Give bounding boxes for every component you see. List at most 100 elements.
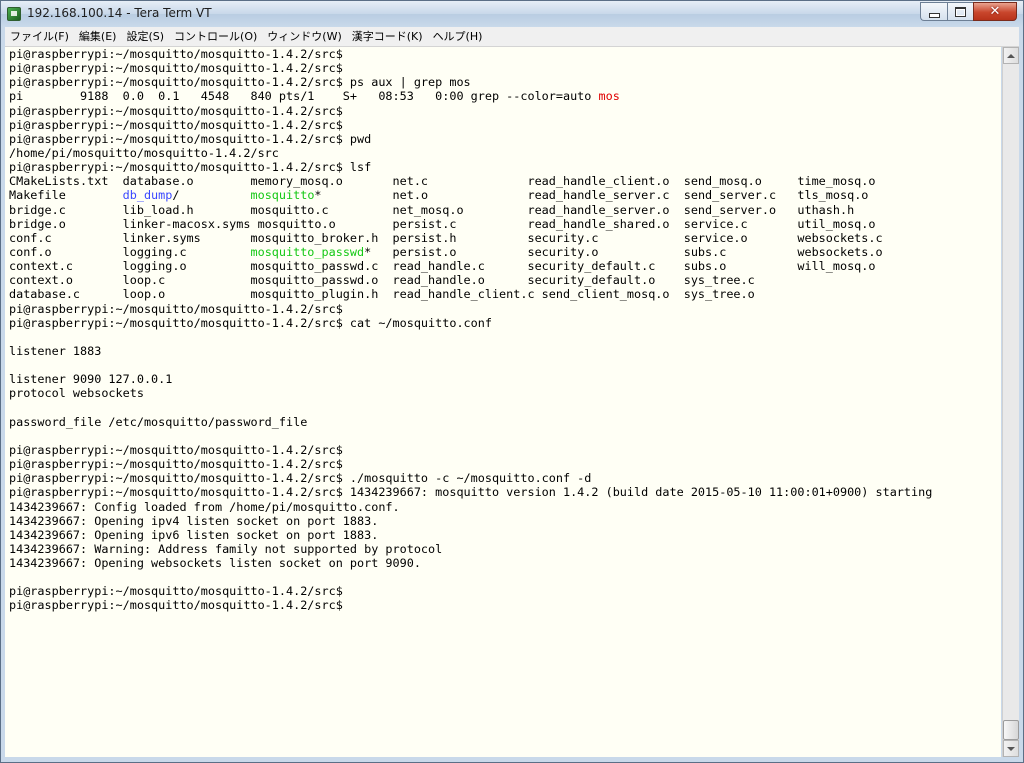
menu-kanji-code[interactable]: 漢字コード(K) <box>347 27 428 46</box>
scrollbar-thumb[interactable] <box>1003 720 1019 740</box>
scroll-up-button[interactable] <box>1003 47 1019 64</box>
terminal-line: protocol websockets <box>9 386 932 400</box>
title-bar[interactable]: 192.168.100.14 - Tera Term VT ✕ <box>1 1 1023 27</box>
terminal-text: context.o loop.c mosquitto_passwd.o read… <box>9 273 755 288</box>
terminal-text: bridge.o linker-macosx.syms mosquitto.o … <box>9 216 876 231</box>
terminal-text: pi@raspberrypi:~/mosquitto/mosquitto-1.4… <box>9 131 372 146</box>
menu-window[interactable]: ウィンドウ(W) <box>262 27 346 46</box>
menu-edit[interactable]: 編集(E) <box>74 27 122 46</box>
terminal-line: 1434239667: Config loaded from /home/pi/… <box>9 500 932 514</box>
terminal-line: context.c logging.o mosquitto_passwd.c r… <box>9 259 932 273</box>
colored-text: mosquitto_passwd <box>250 244 365 259</box>
terminal-text: 1434239667: Warning: Address family not … <box>9 541 443 556</box>
terminal-text: pi@raspberrypi:~/mosquitto/mosquitto-1.4… <box>9 471 592 486</box>
terminal-text: password_file /etc/mosquitto/password_fi… <box>9 414 308 429</box>
terminal-text: pi@raspberrypi:~/mosquitto/mosquitto-1.4… <box>9 598 343 613</box>
terminal-text: pi@raspberrypi:~/mosquitto/mosquitto-1.4… <box>9 584 343 599</box>
terminal-line: bridge.o linker-macosx.syms mosquitto.o … <box>9 217 932 231</box>
terminal-text: pi@raspberrypi:~/mosquitto/mosquitto-1.4… <box>9 75 471 90</box>
terminal-text: conf.c linker.syms mosquitto_broker.h pe… <box>9 230 883 245</box>
terminal-text: * persist.o security.o subs.c websockets… <box>364 244 883 259</box>
terminal-text: pi@raspberrypi:~/mosquitto/mosquitto-1.4… <box>9 485 933 500</box>
terminal-line: pi@raspberrypi:~/mosquitto/mosquitto-1.4… <box>9 75 932 89</box>
terminal-screen[interactable]: pi@raspberrypi:~/mosquitto/mosquitto-1.4… <box>5 47 1001 757</box>
close-icon: ✕ <box>989 4 1001 19</box>
close-button[interactable]: ✕ <box>973 2 1017 21</box>
terminal-line: conf.c linker.syms mosquitto_broker.h pe… <box>9 231 932 245</box>
terminal-text: pi@raspberrypi:~/mosquitto/mosquitto-1.4… <box>9 103 343 118</box>
terminal-line: pi@raspberrypi:~/mosquitto/mosquitto-1.4… <box>9 471 932 485</box>
menu-control[interactable]: コントロール(O) <box>169 27 262 46</box>
terminal-text: protocol websockets <box>9 386 144 401</box>
terminal-line: pi@raspberrypi:~/mosquitto/mosquitto-1.4… <box>9 598 932 612</box>
terminal-line: database.c loop.o mosquitto_plugin.h rea… <box>9 287 932 301</box>
terminal-line: pi@raspberrypi:~/mosquitto/mosquitto-1.4… <box>9 316 932 330</box>
terminal-text: /home/pi/mosquitto/mosquitto-1.4.2/src <box>9 145 279 160</box>
teraterm-window: 192.168.100.14 - Tera Term VT ✕ ファイル(F) … <box>0 0 1024 763</box>
terminal-text: 1434239667: Opening ipv4 listen socket o… <box>9 513 379 528</box>
terminal-line: pi@raspberrypi:~/mosquitto/mosquitto-1.4… <box>9 104 932 118</box>
menu-file[interactable]: ファイル(F) <box>5 27 74 46</box>
terminal-text: pi@raspberrypi:~/mosquitto/mosquitto-1.4… <box>9 301 343 316</box>
terminal-line: pi@raspberrypi:~/mosquitto/mosquitto-1.4… <box>9 584 932 598</box>
terminal-text: conf.o logging.c <box>9 244 251 259</box>
terminal-text: / <box>172 188 251 203</box>
terminal-text: 1434239667: Config loaded from /home/pi/… <box>9 499 400 514</box>
window-title: 192.168.100.14 - Tera Term VT <box>27 6 212 20</box>
terminal-line: context.o loop.c mosquitto_passwd.o read… <box>9 273 932 287</box>
terminal-line: pi@raspberrypi:~/mosquitto/mosquitto-1.4… <box>9 47 932 61</box>
terminal-line: pi@raspberrypi:~/mosquitto/mosquitto-1.4… <box>9 457 932 471</box>
terminal-line: 1434239667: Opening ipv4 listen socket o… <box>9 514 932 528</box>
menu-help[interactable]: ヘルプ(H) <box>428 27 488 46</box>
terminal-text: database.c loop.o mosquitto_plugin.h rea… <box>9 287 755 302</box>
terminal-line: pi@raspberrypi:~/mosquitto/mosquitto-1.4… <box>9 160 932 174</box>
terminal-line: pi@raspberrypi:~/mosquitto/mosquitto-1.4… <box>9 118 932 132</box>
maximize-button[interactable] <box>947 2 973 21</box>
colored-text: mosquitto <box>250 188 315 203</box>
vertical-scrollbar[interactable] <box>1002 47 1019 757</box>
terminal-text: pi@raspberrypi:~/mosquitto/mosquitto-1.4… <box>9 47 343 61</box>
terminal-text: CMakeLists.txt database.o memory_mosq.o … <box>9 174 876 189</box>
terminal-line: bridge.c lib_load.h mosquitto.c net_mosq… <box>9 203 932 217</box>
terminal-line: 1434239667: Opening websockets listen so… <box>9 556 932 570</box>
colored-text: db_dump <box>122 188 173 203</box>
terminal-text: pi@raspberrypi:~/mosquitto/mosquitto-1.4… <box>9 315 492 330</box>
terminal-line: CMakeLists.txt database.o memory_mosq.o … <box>9 174 932 188</box>
minimize-button[interactable] <box>920 2 947 21</box>
maximize-icon <box>955 6 966 17</box>
teraterm-icon[interactable] <box>7 7 21 21</box>
menu-bar: ファイル(F) 編集(E) 設定(S) コントロール(O) ウィンドウ(W) 漢… <box>5 27 1019 47</box>
terminal-line: listener 1883 <box>9 344 932 358</box>
arrow-up-icon <box>1007 53 1015 58</box>
terminal-text: pi@raspberrypi:~/mosquitto/mosquitto-1.4… <box>9 117 343 132</box>
terminal-line: Makefile db_dump/ mosquitto* net.o read_… <box>9 188 932 202</box>
terminal-text: pi@raspberrypi:~/mosquitto/mosquitto-1.4… <box>9 160 372 175</box>
scroll-down-button[interactable] <box>1003 740 1019 757</box>
terminal-line: conf.o logging.c mosquitto_passwd* persi… <box>9 245 932 259</box>
terminal-line: password_file /etc/mosquitto/password_fi… <box>9 415 932 429</box>
terminal-text: pi@raspberrypi:~/mosquitto/mosquitto-1.4… <box>9 457 343 472</box>
terminal-text: Makefile <box>9 188 123 203</box>
terminal-line: listener 9090 127.0.0.1 <box>9 372 932 386</box>
terminal-text: listener 9090 127.0.0.1 <box>9 372 173 387</box>
minimize-icon <box>928 12 940 18</box>
terminal-text: context.c logging.o mosquitto_passwd.c r… <box>9 259 876 274</box>
terminal-line: /home/pi/mosquitto/mosquitto-1.4.2/src <box>9 146 932 160</box>
terminal-text: bridge.c lib_load.h mosquitto.c net_mosq… <box>9 202 855 217</box>
terminal-line: pi@raspberrypi:~/mosquitto/mosquitto-1.4… <box>9 443 932 457</box>
terminal-line: pi@raspberrypi:~/mosquitto/mosquitto-1.4… <box>9 485 932 499</box>
terminal-line: 1434239667: Opening ipv6 listen socket o… <box>9 528 932 542</box>
terminal-text: pi@raspberrypi:~/mosquitto/mosquitto-1.4… <box>9 442 343 457</box>
terminal-line: pi@raspberrypi:~/mosquitto/mosquitto-1.4… <box>9 132 932 146</box>
terminal-line: 1434239667: Warning: Address family not … <box>9 542 932 556</box>
menu-setup[interactable]: 設定(S) <box>121 27 169 46</box>
terminal-line: pi 9188 0.0 0.1 4548 840 pts/1 S+ 08:53 … <box>9 89 932 103</box>
terminal-text: 1434239667: Opening websockets listen so… <box>9 556 421 571</box>
terminal-text: listener 1883 <box>9 343 102 358</box>
colored-text: mos <box>598 89 620 104</box>
